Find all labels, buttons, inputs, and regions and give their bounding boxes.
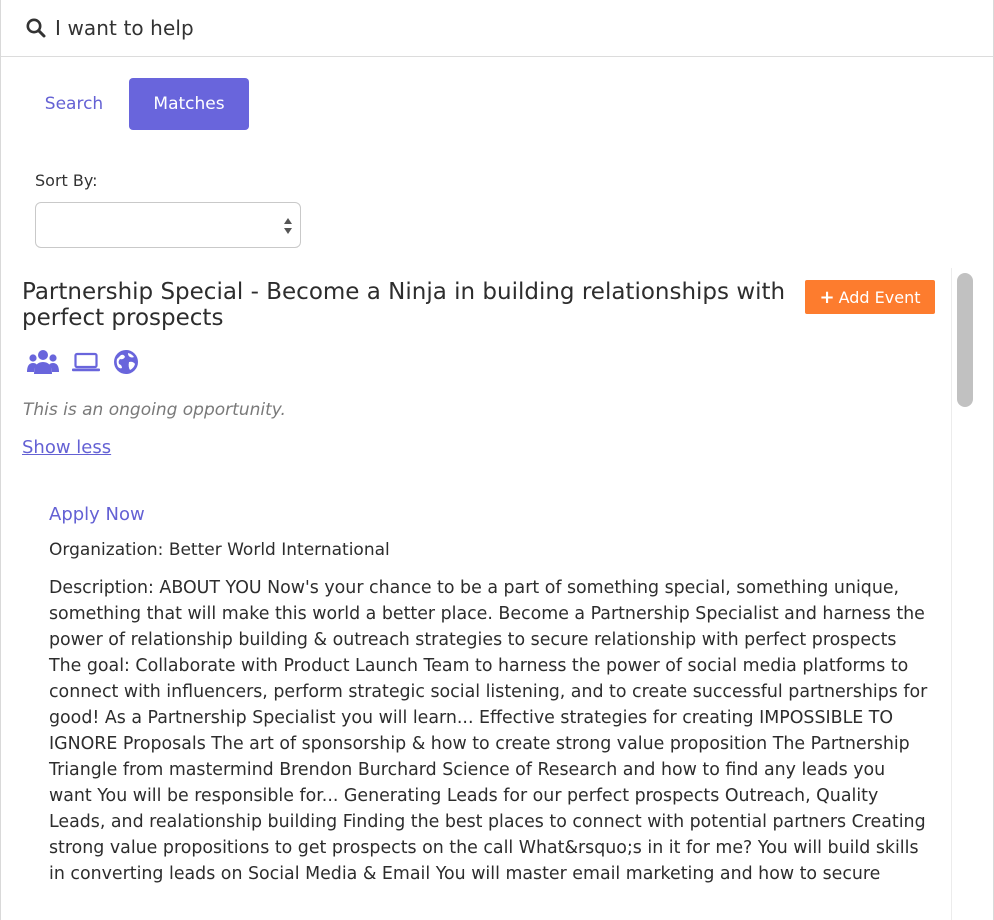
sort-by-select[interactable]	[35, 202, 301, 248]
scrollbar-thumb[interactable]	[957, 273, 973, 407]
add-event-label: Add Event	[838, 287, 921, 307]
add-event-button[interactable]: + Add Event	[805, 280, 935, 314]
page-title: I want to help	[55, 16, 194, 40]
organization-text: Organization: Better World International	[49, 540, 390, 560]
description-text: Description: ABOUT YOU Now's your chance…	[49, 578, 928, 884]
search-icon	[25, 17, 47, 39]
ongoing-note: This is an ongoing opportunity.	[23, 400, 286, 420]
page-header: I want to help	[1, 0, 993, 57]
opportunity-title: Partnership Special - Become a Ninja in …	[22, 279, 786, 331]
laptop-icon	[71, 350, 101, 378]
app-frame: I want to help Search Matches Sort By: P…	[0, 0, 994, 920]
plus-icon: +	[819, 286, 835, 308]
select-arrows-icon	[284, 218, 292, 234]
tab-matches[interactable]: Matches	[129, 78, 249, 130]
sort-by-label: Sort By:	[35, 171, 98, 190]
opportunity-type-icons	[27, 348, 151, 380]
globe-icon	[113, 349, 139, 379]
apply-now-link[interactable]: Apply Now	[49, 504, 145, 525]
group-icon	[27, 348, 59, 380]
tab-search[interactable]: Search	[29, 80, 119, 128]
show-less-link[interactable]: Show less	[22, 437, 111, 458]
